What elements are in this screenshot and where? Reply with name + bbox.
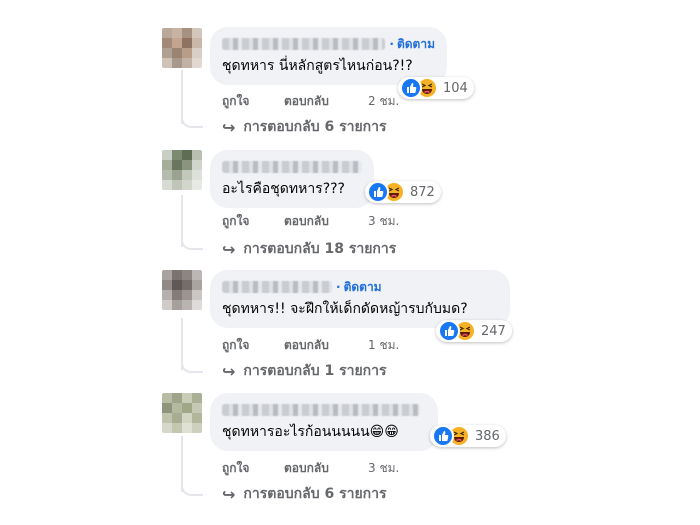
comment-actions: ถูกใจ ตอบกลับ 3 ชม.	[222, 212, 399, 231]
comment-actions: ถูกใจ ตอบกลับ 2 ชม.	[222, 92, 399, 111]
view-replies-link[interactable]: ↪ การตอบกลับ 1 รายการ	[222, 360, 387, 382]
timestamp[interactable]: 3 ชม.	[368, 212, 399, 231]
follow-button[interactable]: · ติดตาม	[336, 278, 382, 297]
avatar[interactable]	[162, 393, 202, 433]
comment-text: ชุดทหาร นี่หลักสูตรไหนก่อน?!?	[222, 58, 413, 74]
reply-link[interactable]: ตอบกลับ	[284, 336, 368, 355]
comment-text: ชุดทหาร!! จะฝึกให้เด็กดัดหญ้ารบกับมด?	[222, 301, 468, 317]
reaction-summary[interactable]: 104	[398, 77, 474, 99]
comment-actions: ถูกใจ ตอบกลับ 3 ชม.	[222, 459, 399, 478]
view-replies-label: การตอบกลับ 18 รายการ	[243, 241, 397, 257]
view-replies-label: การตอบกลับ 6 รายการ	[243, 486, 387, 502]
reaction-count: 386	[475, 428, 500, 444]
view-replies-label: การตอบกลับ 1 รายการ	[243, 363, 387, 379]
comment-bubble: อะไรคือชุดทหาร???	[210, 150, 374, 208]
reply-link[interactable]: ตอบกลับ	[284, 212, 368, 231]
timestamp[interactable]: 2 ชม.	[368, 92, 399, 111]
timestamp[interactable]: 3 ชม.	[368, 459, 399, 478]
comment-bubble: ชุดทหารอะไรก้อนนนนน😁😁	[210, 393, 438, 451]
like-icon	[432, 425, 454, 447]
thread-elbow	[181, 357, 203, 373]
follow-button[interactable]: · ติดตาม	[389, 35, 435, 54]
author-name-blurred[interactable]	[222, 404, 420, 416]
view-replies-link[interactable]: ↪ การตอบกลับ 6 รายการ	[222, 483, 387, 505]
comment-actions: ถูกใจ ตอบกลับ 1 ชม.	[222, 336, 399, 355]
like-icon	[438, 320, 460, 342]
like-link[interactable]: ถูกใจ	[222, 92, 284, 111]
reaction-summary[interactable]: 386	[430, 425, 506, 447]
reaction-count: 104	[443, 80, 468, 96]
thread-elbow	[181, 480, 203, 496]
thread-elbow	[181, 234, 203, 250]
like-icon	[367, 181, 389, 203]
author-name-blurred[interactable]	[222, 281, 332, 293]
timestamp[interactable]: 1 ชม.	[368, 336, 399, 355]
reaction-count: 247	[481, 323, 506, 339]
like-link[interactable]: ถูกใจ	[222, 212, 284, 231]
reply-link[interactable]: ตอบกลับ	[284, 459, 368, 478]
avatar[interactable]	[162, 270, 202, 310]
reply-link[interactable]: ตอบกลับ	[284, 92, 368, 111]
comment-text: อะไรคือชุดทหาร???	[222, 181, 345, 197]
view-replies-link[interactable]: ↪ การตอบกลับ 18 รายการ	[222, 238, 396, 260]
avatar[interactable]	[162, 150, 202, 190]
view-replies-link[interactable]: ↪ การตอบกลับ 6 รายการ	[222, 116, 387, 138]
reply-arrow-icon: ↪	[222, 117, 236, 137]
like-icon	[400, 77, 422, 99]
author-name-blurred[interactable]	[222, 161, 362, 173]
reply-arrow-icon: ↪	[222, 361, 236, 381]
like-link[interactable]: ถูกใจ	[222, 336, 284, 355]
reaction-summary[interactable]: 872	[365, 181, 441, 203]
author-name-blurred[interactable]	[222, 38, 386, 50]
reaction-count: 872	[410, 184, 435, 200]
avatar[interactable]	[162, 28, 202, 68]
like-link[interactable]: ถูกใจ	[222, 459, 284, 478]
reaction-summary[interactable]: 247	[436, 320, 512, 342]
thread-elbow	[181, 112, 203, 128]
view-replies-label: การตอบกลับ 6 รายการ	[243, 119, 387, 135]
comment-text: ชุดทหารอะไรก้อนนนนน😁😁	[222, 424, 399, 440]
reply-arrow-icon: ↪	[222, 484, 236, 504]
reply-arrow-icon: ↪	[222, 239, 236, 259]
